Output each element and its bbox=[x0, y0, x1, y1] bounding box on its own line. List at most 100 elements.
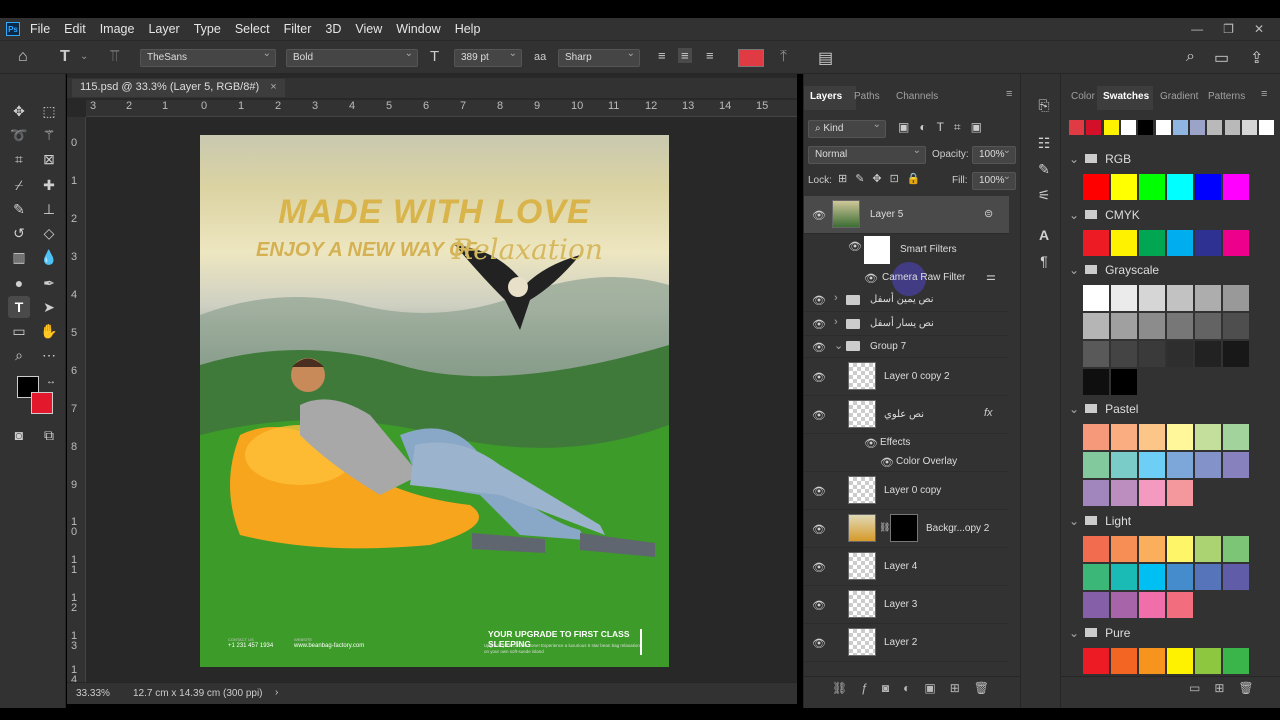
color-swatch[interactable] bbox=[1111, 424, 1137, 450]
chevron-down-icon[interactable]: ⌄ bbox=[1069, 263, 1079, 277]
color-swatch[interactable] bbox=[1139, 648, 1165, 674]
text-color-swatch[interactable] bbox=[738, 49, 764, 67]
chevron-down-icon[interactable]: ⌄ bbox=[1069, 514, 1079, 528]
color-swatch[interactable] bbox=[1083, 424, 1109, 450]
color-swatch[interactable] bbox=[1223, 452, 1249, 478]
chevron-down-icon[interactable]: ⌄ bbox=[80, 51, 88, 62]
effect-row[interactable]: 👁 Color Overlay bbox=[804, 452, 1009, 472]
color-swatch[interactable] bbox=[1111, 230, 1137, 256]
color-swatch[interactable] bbox=[1223, 536, 1249, 562]
color-swatch[interactable] bbox=[1167, 313, 1193, 339]
brush-tool-icon[interactable]: ✎ bbox=[8, 198, 30, 220]
frame-tool-icon[interactable]: ⊠ bbox=[38, 148, 60, 170]
color-swatch[interactable] bbox=[1167, 285, 1193, 311]
color-swatch[interactable] bbox=[1167, 341, 1193, 367]
lock-icons[interactable]: ⊞✎✥⊡🔒 bbox=[838, 172, 929, 185]
chevron-right-icon[interactable]: › bbox=[275, 687, 278, 698]
color-swatch[interactable] bbox=[1223, 424, 1249, 450]
font-style-select[interactable]: Bold bbox=[286, 48, 418, 67]
color-swatch[interactable] bbox=[1195, 174, 1221, 200]
recent-swatch[interactable] bbox=[1207, 120, 1223, 135]
character-panel-icon[interactable]: ▤ bbox=[818, 48, 833, 68]
camera-raw-row[interactable]: 👁 Camera Raw Filter ⚌ bbox=[804, 262, 1009, 296]
color-swatch[interactable] bbox=[1083, 452, 1109, 478]
history-brush-icon[interactable]: ↺ bbox=[8, 222, 30, 244]
color-swatch[interactable] bbox=[1139, 564, 1165, 590]
swatch-group-header[interactable]: ⌄ Grayscale bbox=[1069, 263, 1159, 277]
color-swatch[interactable] bbox=[1111, 536, 1137, 562]
chevron-down-icon[interactable]: ⌄ bbox=[1069, 626, 1079, 640]
align-left-icon[interactable]: ≡ bbox=[658, 48, 666, 63]
pen-tool-icon[interactable]: ✒ bbox=[38, 272, 60, 294]
eraser-tool-icon[interactable]: ◇ bbox=[38, 222, 60, 244]
color-swatch[interactable] bbox=[1111, 592, 1137, 618]
swatch-group-header[interactable]: ⌄ Pure bbox=[1069, 626, 1130, 640]
search-icon[interactable]: ⌕ bbox=[1186, 48, 1195, 66]
lasso-tool-icon[interactable]: ➰ bbox=[8, 124, 30, 146]
visibility-eye-icon[interactable]: 👁 bbox=[812, 409, 826, 422]
type-tool-icon[interactable]: T bbox=[60, 48, 70, 66]
text-orientation-icon[interactable]: ⫪ bbox=[110, 48, 119, 66]
color-swatch[interactable] bbox=[1111, 313, 1137, 339]
menu-type[interactable]: Type bbox=[194, 22, 221, 36]
color-swatch[interactable] bbox=[1195, 285, 1221, 311]
rectangle-tool-icon[interactable]: ▭ bbox=[8, 320, 30, 342]
color-swatch[interactable] bbox=[1139, 285, 1165, 311]
menu-edit[interactable]: Edit bbox=[64, 22, 86, 36]
color-swatch[interactable] bbox=[1111, 480, 1137, 506]
color-swatch[interactable] bbox=[1139, 480, 1165, 506]
layer-row[interactable]: 👁 نص علوي fx bbox=[804, 396, 1009, 434]
chevron-right-icon[interactable]: › bbox=[834, 316, 838, 328]
color-swatch[interactable] bbox=[1223, 230, 1249, 256]
color-swatch[interactable] bbox=[1139, 341, 1165, 367]
color-swatch[interactable] bbox=[1167, 480, 1193, 506]
swatch-group-header[interactable]: ⌄ CMYK bbox=[1069, 208, 1140, 222]
align-right-icon[interactable]: ≡ bbox=[706, 48, 714, 63]
blend-mode-select[interactable]: Normal bbox=[808, 145, 926, 164]
recent-swatch[interactable] bbox=[1155, 120, 1171, 135]
menu-help[interactable]: Help bbox=[455, 22, 481, 36]
home-icon[interactable]: ⌂ bbox=[18, 48, 28, 66]
recent-swatch[interactable] bbox=[1172, 120, 1188, 135]
menu-3d[interactable]: 3D bbox=[325, 22, 341, 36]
hand-tool-icon[interactable]: ✋ bbox=[38, 320, 60, 342]
dodge-tool-icon[interactable]: ● bbox=[8, 272, 30, 294]
color-swatch[interactable] bbox=[1139, 452, 1165, 478]
visibility-eye-icon[interactable]: 👁 bbox=[880, 456, 894, 469]
layer-row[interactable]: 👁 Layer 0 copy bbox=[804, 472, 1009, 510]
color-swatch[interactable] bbox=[1195, 230, 1221, 256]
chevron-right-icon[interactable]: › bbox=[834, 292, 838, 304]
color-swatch[interactable] bbox=[1139, 592, 1165, 618]
layer-row[interactable]: 👁 Layer 4 bbox=[804, 548, 1009, 586]
magic-wand-icon[interactable]: ⚚ bbox=[38, 124, 60, 146]
align-center-icon[interactable]: ≡ bbox=[678, 48, 692, 63]
layer-row[interactable]: 👁 Layer 5 ⊜ bbox=[804, 196, 1009, 234]
color-swatch[interactable] bbox=[1111, 452, 1137, 478]
recent-swatch[interactable] bbox=[1103, 120, 1119, 135]
swatch-group-header[interactable]: ⌄ Pastel bbox=[1069, 402, 1138, 416]
opacity-field[interactable]: 100% bbox=[972, 145, 1016, 164]
font-size-select[interactable]: 389 pt bbox=[454, 48, 522, 67]
history-icon[interactable]: ⎘ bbox=[1033, 94, 1055, 116]
group-row[interactable]: 👁 › نص يمين أسفل bbox=[804, 288, 1009, 312]
layer-row[interactable]: 👁 Layer 2 bbox=[804, 624, 1009, 662]
background-color[interactable] bbox=[31, 392, 53, 414]
tab-color[interactable]: Color bbox=[1071, 91, 1095, 102]
filter-kind-select[interactable]: ⌕ Kind bbox=[808, 119, 886, 138]
workspace-icon[interactable]: ▭ bbox=[1214, 48, 1229, 68]
recent-swatch[interactable] bbox=[1242, 120, 1257, 135]
brush-settings-icon[interactable]: ✎ bbox=[1033, 158, 1055, 180]
swap-colors-icon[interactable]: ↔ bbox=[40, 370, 62, 392]
color-swatch[interactable] bbox=[1223, 648, 1249, 674]
marquee-tool-icon[interactable]: ⬚ bbox=[38, 100, 60, 122]
color-swatch[interactable] bbox=[1083, 285, 1109, 311]
color-swatch[interactable] bbox=[1195, 648, 1221, 674]
chevron-down-icon[interactable]: ⌄ bbox=[834, 339, 843, 352]
visibility-eye-icon[interactable]: 👁 bbox=[848, 240, 862, 253]
close-icon[interactable]: ✕ bbox=[1254, 22, 1264, 36]
color-swatch[interactable] bbox=[1083, 648, 1109, 674]
color-swatch[interactable] bbox=[1083, 592, 1109, 618]
healing-brush-icon[interactable]: ✚ bbox=[38, 174, 60, 196]
color-swatch[interactable] bbox=[1195, 536, 1221, 562]
visibility-eye-icon[interactable]: 👁 bbox=[812, 599, 826, 612]
